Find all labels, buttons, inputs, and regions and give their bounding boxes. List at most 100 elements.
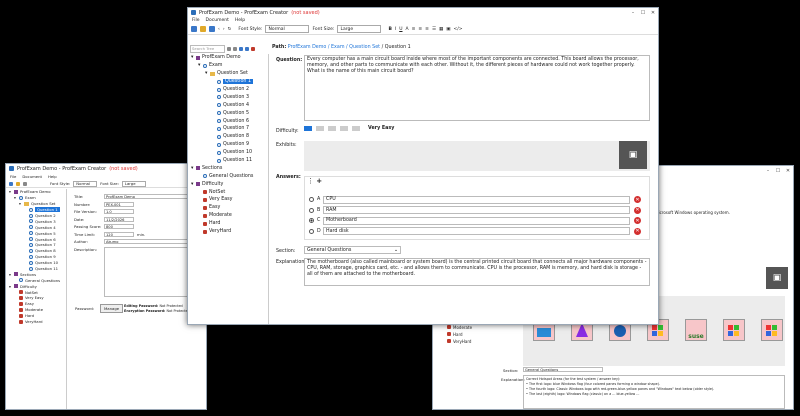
align-left-icon[interactable]: ≡	[412, 27, 416, 32]
main-tree-item[interactable]: Question 3	[188, 93, 268, 101]
right-tree-moderate[interactable]: Moderate	[447, 324, 472, 331]
add-exhibit-image-icon[interactable]: ▣	[619, 141, 647, 169]
menu-help[interactable]: Help	[235, 18, 245, 23]
left-field-input[interactable]: 1.0	[104, 209, 134, 214]
main-tree-item[interactable]: Very Easy	[188, 196, 268, 204]
align-center-icon[interactable]: ≡	[418, 27, 422, 32]
font-size-select[interactable]: Large	[337, 25, 382, 33]
main-tree-item[interactable]: NotSet	[188, 188, 268, 196]
left-menu-document[interactable]: Document	[22, 174, 42, 179]
underline-icon[interactable]: U	[399, 27, 402, 32]
main-tree-item[interactable]: Question 5	[188, 109, 268, 117]
grad-cap-icon[interactable]	[328, 126, 336, 131]
hotspot-tile-5[interactable]: suse	[685, 319, 707, 341]
delete-answer-icon[interactable]: ✕	[634, 227, 641, 235]
main-tree-item[interactable]: Easy	[188, 204, 268, 212]
answer-input[interactable]: CPU	[323, 195, 630, 204]
maximize-icon[interactable]: ☐	[638, 10, 648, 16]
left-tree-item[interactable]: VeryHard	[6, 319, 66, 325]
question-textbox[interactable]: Every computer has a main circuit board …	[304, 55, 650, 121]
maximize-icon[interactable]: ☐	[773, 168, 783, 174]
main-tree-item[interactable]: General Questions	[188, 172, 268, 180]
drag-handle-icon[interactable]: ⋮	[307, 177, 314, 185]
image-icon[interactable]: ▣	[446, 27, 450, 32]
answer-input[interactable]: RAM	[323, 206, 630, 214]
grad-cap-icon[interactable]	[352, 126, 360, 131]
main-tree-item[interactable]: Question 9	[188, 141, 268, 149]
left-font-size-select[interactable]: Large	[121, 180, 146, 187]
main-tree-item[interactable]: ▾ Question Set	[188, 70, 268, 78]
main-tree-item[interactable]: Question 7	[188, 125, 268, 133]
italic-icon[interactable]: I	[395, 27, 396, 32]
right-section-select[interactable]: General Questions	[523, 367, 603, 372]
export-icon[interactable]	[209, 26, 215, 32]
text-color-icon[interactable]: A	[406, 27, 409, 32]
left-field-input[interactable]: 11/2/2026	[104, 216, 134, 222]
tree-move-icon[interactable]	[245, 46, 249, 51]
tree-delete-icon[interactable]	[251, 46, 255, 51]
explanation-textbox[interactable]: The motherboard (also called mainboard o…	[304, 258, 650, 286]
main-tree-item[interactable]: Question 2	[188, 86, 268, 94]
left-field-input[interactable]: 800	[104, 224, 134, 229]
add-answer-icon[interactable]: +	[316, 177, 322, 185]
right-explanation-box[interactable]: Correct Hotspot Areas (for the test syst…	[523, 375, 785, 409]
menu-file[interactable]: File	[192, 18, 200, 23]
table-icon[interactable]: ▦	[439, 27, 443, 32]
main-tree-item[interactable]: ▾ Difficulty	[188, 180, 268, 188]
hotspot-tile-6[interactable]	[723, 319, 745, 341]
main-tree-item[interactable]: Question 11	[188, 157, 268, 165]
tree-collapse-icon[interactable]	[233, 46, 237, 51]
minimize-icon[interactable]: –	[628, 10, 638, 16]
back-arrow-icon[interactable]: ‹	[218, 27, 220, 32]
delete-answer-icon[interactable]: ✕	[634, 217, 641, 224]
list-icon[interactable]: ☰	[432, 27, 436, 32]
delete-answer-icon[interactable]: ✕	[634, 196, 641, 203]
save-icon[interactable]	[9, 181, 13, 186]
path-links[interactable]: ProfExam Demo / Exam / Question Set	[288, 45, 380, 50]
main-tree-item[interactable]: Moderate	[188, 212, 268, 220]
tree-search-input[interactable]: Search Tree	[190, 44, 225, 53]
main-tree-item[interactable]: ▾ ProfExam Demo	[188, 54, 268, 62]
answer-input[interactable]: Motherboard	[323, 216, 630, 225]
tree-expand-icon[interactable]	[227, 46, 231, 51]
delete-answer-icon[interactable]: ✕	[634, 206, 641, 214]
back-icon[interactable]	[23, 181, 27, 186]
main-tree-item[interactable]: Question 1	[188, 78, 268, 86]
close-icon[interactable]: ✕	[783, 168, 793, 174]
left-menu-help[interactable]: Help	[48, 174, 57, 179]
answer-input[interactable]: Hard disk	[323, 227, 630, 235]
font-style-select[interactable]: Normal	[265, 25, 310, 33]
main-tree-item[interactable]: Hard	[188, 220, 268, 228]
align-right-icon[interactable]: ≡	[425, 27, 429, 32]
right-tree-hard[interactable]: Hard	[447, 331, 472, 338]
hotspot-tile-7[interactable]	[761, 319, 783, 341]
answer-radio[interactable]	[309, 218, 314, 223]
right-exhibit-image-icon[interactable]: ▣	[766, 267, 788, 289]
grad-cap-icon[interactable]	[340, 126, 348, 131]
main-tree-item[interactable]: Question 10	[188, 149, 268, 157]
refresh-icon[interactable]: ↻	[228, 27, 232, 32]
grad-cap-icon[interactable]	[304, 126, 312, 131]
left-field-input[interactable]: 120	[104, 231, 134, 237]
left-menu-file[interactable]: File	[10, 174, 16, 179]
close-icon[interactable]: ✕	[648, 10, 658, 16]
grad-cap-icon[interactable]	[316, 126, 324, 131]
tree-add-icon[interactable]	[239, 46, 243, 51]
minimize-icon[interactable]: –	[763, 168, 773, 174]
forward-arrow-icon[interactable]: ›	[223, 27, 225, 32]
bold-icon[interactable]: B	[388, 27, 391, 32]
code-icon[interactable]: </>	[454, 27, 463, 32]
main-tree-item[interactable]: Question 8	[188, 133, 268, 141]
save-icon[interactable]	[191, 26, 197, 32]
left-field-input[interactable]: PEX-001	[104, 201, 134, 207]
menu-document[interactable]: Document	[206, 18, 229, 23]
manage-button[interactable]: Manage	[100, 304, 124, 313]
answer-radio[interactable]	[309, 207, 314, 213]
main-tree-item[interactable]: Question 4	[188, 101, 268, 109]
main-tree-item[interactable]: Question 6	[188, 117, 268, 125]
left-font-style-select[interactable]: Normal	[73, 180, 98, 187]
answer-radio[interactable]	[309, 228, 314, 234]
answer-radio[interactable]	[309, 197, 314, 202]
right-tree-veryhard[interactable]: VeryHard	[447, 338, 472, 345]
open-icon[interactable]	[16, 181, 20, 186]
